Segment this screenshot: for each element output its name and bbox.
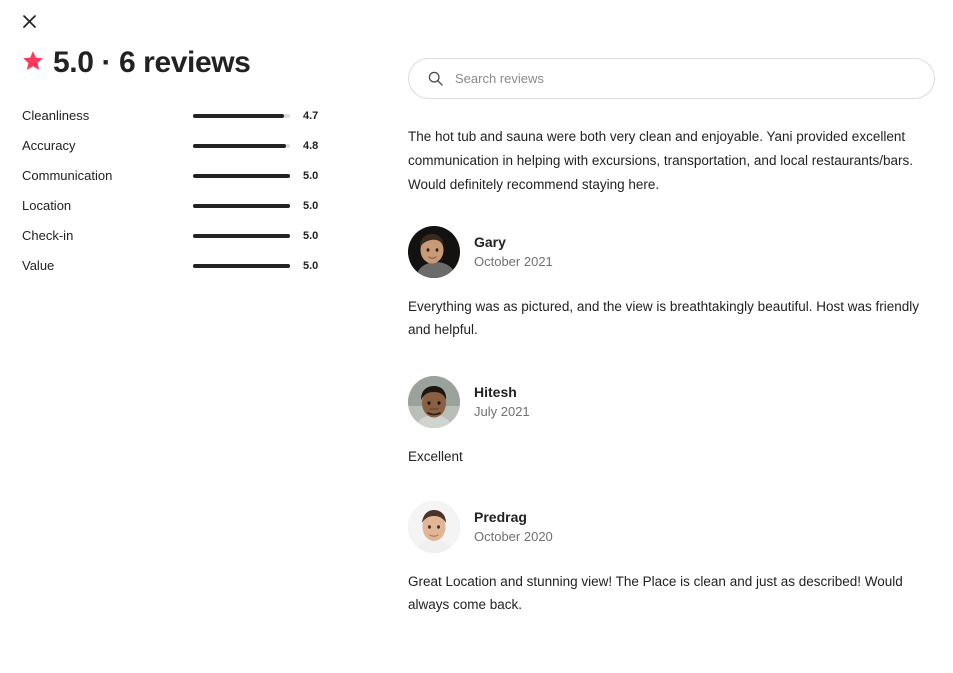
category-value: 5.0 xyxy=(303,170,319,182)
category-row-value: Value 5.0 xyxy=(22,251,332,281)
category-rating-bar xyxy=(193,264,290,268)
rating-headline: 5.0 · 6 reviews xyxy=(22,46,380,79)
category-rating-bar xyxy=(193,144,290,148)
category-rating-list: Cleanliness 4.7 Accuracy 4.8 Communicati… xyxy=(22,101,332,281)
category-rating-bar xyxy=(193,174,290,178)
review-text: Excellent xyxy=(408,449,463,464)
reviews-panel: The hot tub and sauna were both very cle… xyxy=(408,0,935,616)
category-rating-bar xyxy=(193,204,290,208)
review-item-predrag: Predrag October 2020 Great Location and … xyxy=(408,501,935,616)
category-rating-bar-fill xyxy=(193,264,290,268)
category-row-location: Location 5.0 xyxy=(22,191,332,221)
reviewer-meta: Gary October 2021 xyxy=(474,233,553,271)
search-reviews-container xyxy=(408,58,935,99)
category-row-cleanliness: Cleanliness 4.7 xyxy=(22,101,332,131)
review-item-gary: Gary October 2021 Everything was as pict… xyxy=(408,226,935,341)
category-rating-bar xyxy=(193,234,290,238)
category-label: Communication xyxy=(22,168,113,183)
category-label: Accuracy xyxy=(22,138,76,153)
category-value: 4.7 xyxy=(303,110,319,122)
reviewer-header[interactable]: Predrag October 2020 xyxy=(408,501,935,553)
category-value: 5.0 xyxy=(303,230,319,242)
review-spacer xyxy=(408,341,935,376)
avatar[interactable] xyxy=(408,376,460,428)
avatar[interactable] xyxy=(408,501,460,553)
category-rating-bar-fill xyxy=(193,114,285,118)
category-rating-bar-fill xyxy=(193,174,290,178)
avatar[interactable] xyxy=(408,226,460,278)
reviewer-meta: Predrag October 2020 xyxy=(474,508,553,546)
category-value: 5.0 xyxy=(303,260,319,272)
category-rating-bar-fill xyxy=(193,234,290,238)
rating-summary-panel: 5.0 · 6 reviews Cleanliness 4.7 Accuracy… xyxy=(0,0,380,281)
page-title: 5.0 · 6 reviews xyxy=(53,46,251,79)
reviewer-meta: Hitesh July 2021 xyxy=(474,383,530,421)
category-label: Location xyxy=(22,198,72,213)
review-date: July 2021 xyxy=(474,404,530,419)
category-row-communication: Communication 5.0 xyxy=(22,161,332,191)
category-label: Cleanliness xyxy=(22,108,90,123)
category-label: Check-in xyxy=(22,228,74,243)
review-date: October 2021 xyxy=(474,254,553,269)
category-rating-bar-fill xyxy=(193,144,287,148)
category-value: 5.0 xyxy=(303,200,319,212)
review-date: October 2020 xyxy=(474,529,553,544)
star-icon xyxy=(22,50,44,77)
review-text: Great Location and stunning view! The Pl… xyxy=(408,574,903,612)
category-row-check-in: Check-in 5.0 xyxy=(22,221,332,251)
reviewer-name: Hitesh xyxy=(474,384,517,400)
category-row-accuracy: Accuracy 4.8 xyxy=(22,131,332,161)
reviewer-header[interactable]: Gary October 2021 xyxy=(408,226,935,278)
search-input[interactable] xyxy=(408,58,935,99)
intro-review-text: The hot tub and sauna were both very cle… xyxy=(408,129,914,192)
review-text: Everything was as pictured, and the view… xyxy=(408,299,920,337)
reviewer-name: Predrag xyxy=(474,509,527,525)
reviewer-header[interactable]: Hitesh July 2021 xyxy=(408,376,935,428)
category-value: 4.8 xyxy=(303,140,319,152)
reviewer-name: Gary xyxy=(474,234,506,250)
category-label: Value xyxy=(22,258,55,273)
review-item-hitesh: Hitesh July 2021 Excellent xyxy=(408,376,935,468)
category-rating-bar xyxy=(193,114,290,118)
review-spacer xyxy=(408,468,935,501)
reviews-modal: 5.0 · 6 reviews Cleanliness 4.7 Accuracy… xyxy=(0,0,953,673)
category-rating-bar-fill xyxy=(193,204,290,208)
